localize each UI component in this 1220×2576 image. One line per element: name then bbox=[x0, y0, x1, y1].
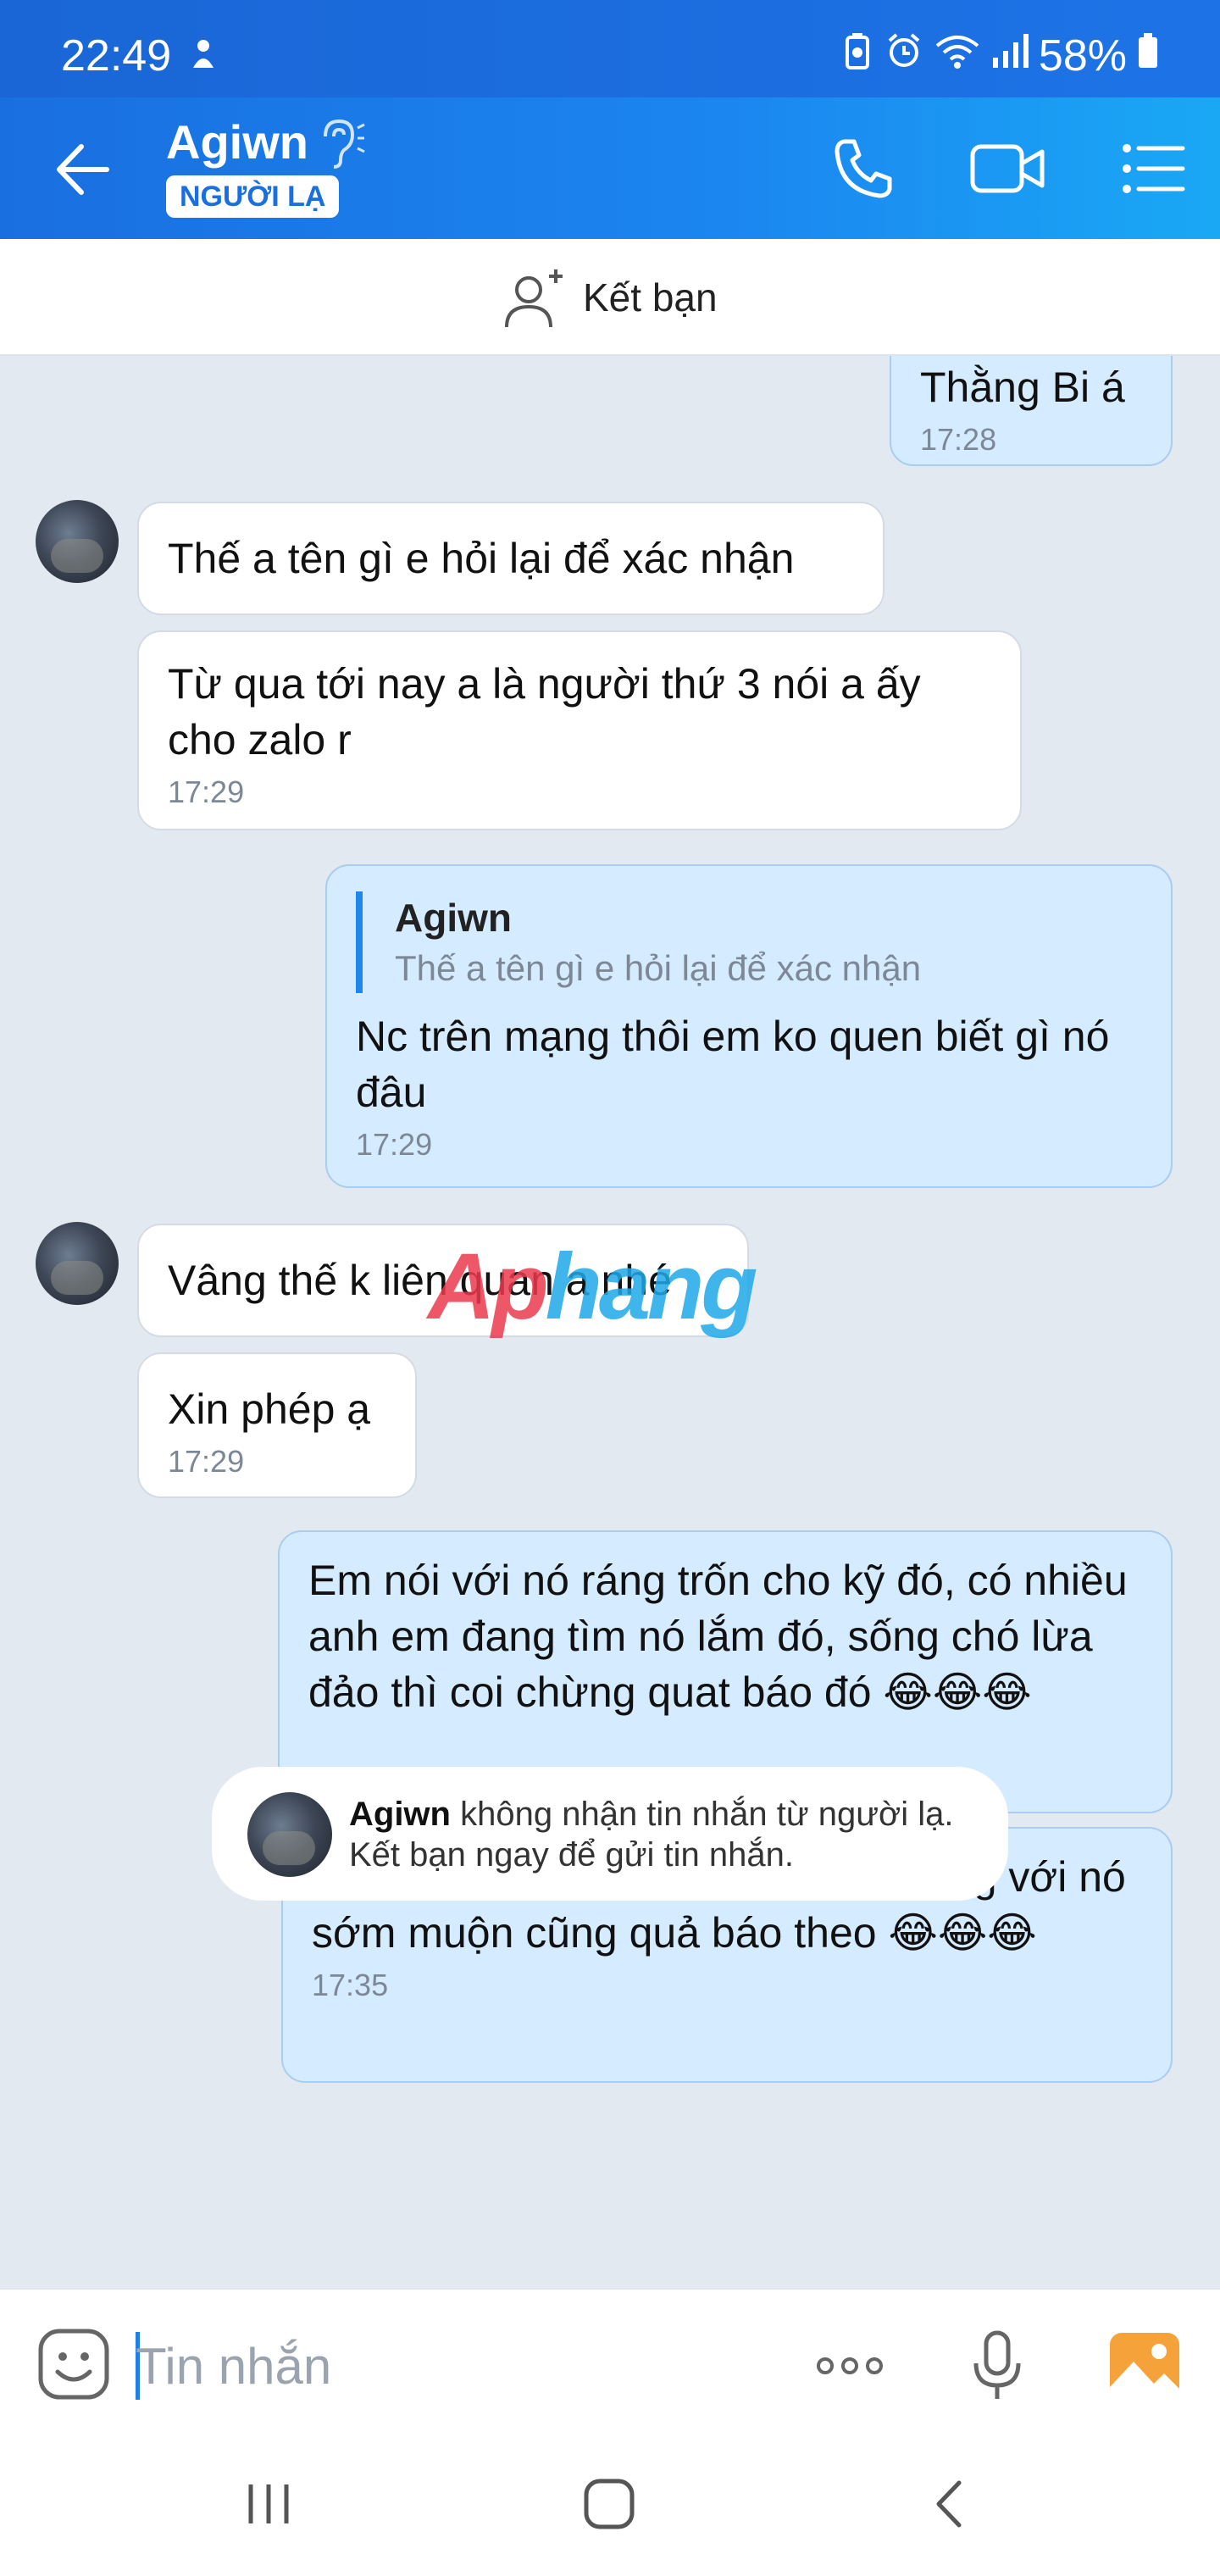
message-time: 17:28 bbox=[920, 422, 997, 457]
add-friend-bar[interactable]: Kết bạn bbox=[0, 239, 1220, 356]
message-outgoing[interactable]: Thằng Bi á 17:28 bbox=[890, 356, 1173, 466]
message-time: 17:29 bbox=[168, 1444, 245, 1479]
message-composer: Tin nhắn bbox=[0, 2288, 1220, 2432]
chat-header: Agiwn NGƯỜI LẠ bbox=[0, 97, 1220, 239]
message-text: Thế a tên gì e hỏi lại để xác nhận bbox=[168, 535, 795, 582]
message-time: 17:35 bbox=[312, 1968, 389, 2002]
quoted-text: Thế a tên gì e hỏi lại để xác nhận bbox=[395, 948, 922, 988]
system-note-name: Agiwn bbox=[349, 1796, 451, 1833]
add-friend-icon bbox=[505, 269, 563, 328]
message-text: Thằng Bi á bbox=[920, 364, 1125, 411]
message-text: Xin phép ạ bbox=[168, 1385, 371, 1433]
menu-list-icon[interactable] bbox=[1117, 133, 1188, 204]
more-dots-icon[interactable] bbox=[812, 2328, 888, 2404]
video-call-icon[interactable] bbox=[968, 133, 1047, 204]
wifi-icon bbox=[935, 36, 979, 69]
alarm-icon bbox=[888, 33, 920, 67]
message-incoming[interactable]: Thế a tên gì e hỏi lại để xác nhận bbox=[137, 502, 884, 615]
message-incoming[interactable]: Từ qua tới nay a là người thứ 3 nói a ấy… bbox=[137, 630, 1022, 830]
quoted-sender: Agiwn bbox=[395, 896, 512, 940]
battery-percent: 58% bbox=[1038, 31, 1127, 80]
recent-apps-icon[interactable] bbox=[239, 2474, 298, 2534]
home-icon[interactable] bbox=[580, 2474, 639, 2534]
avatar bbox=[247, 1792, 332, 1877]
message-time: 17:29 bbox=[168, 774, 245, 809]
phone-icon[interactable] bbox=[829, 133, 900, 204]
battery-saver-icon bbox=[846, 33, 869, 69]
microphone-icon[interactable] bbox=[959, 2328, 1035, 2404]
system-note-line1: không nhận tin nhắn từ người lạ. bbox=[460, 1796, 954, 1833]
stranger-badge: NGƯỜI LẠ bbox=[166, 175, 340, 218]
back-arrow-icon[interactable] bbox=[53, 140, 112, 199]
message-time: 17:29 bbox=[356, 1127, 433, 1162]
battery-icon bbox=[1139, 33, 1157, 68]
signal-icon bbox=[993, 34, 1029, 68]
status-time: 22:49 bbox=[61, 31, 172, 80]
system-note-text: Agiwn không nhận tin nhắn từ người lạ. K… bbox=[349, 1794, 954, 1875]
emoji-icon[interactable] bbox=[37, 2328, 110, 2401]
message-text: Em nói với nó ráng trốn cho kỹ đó, có nh… bbox=[308, 1557, 1128, 1716]
avatar[interactable] bbox=[36, 1222, 119, 1305]
contact-name[interactable]: Agiwn bbox=[166, 114, 308, 169]
quoted-message[interactable]: Agiwn Thế a tên gì e hỏi lại để xác nhận bbox=[356, 891, 1142, 993]
notification-icon bbox=[193, 40, 214, 68]
back-nav-icon[interactable] bbox=[920, 2474, 979, 2534]
status-bar: 22:49 58% bbox=[0, 0, 1220, 97]
avatar[interactable] bbox=[36, 500, 119, 583]
message-outgoing-reply[interactable]: Agiwn Thế a tên gì e hỏi lại để xác nhận… bbox=[325, 864, 1173, 1188]
system-note-line2: Kết bạn ngay để gửi tin nhắn. bbox=[349, 1836, 794, 1874]
image-icon[interactable] bbox=[1106, 2328, 1183, 2404]
system-nav-bar bbox=[0, 2432, 1220, 2576]
message-text: Nc trên mạng thôi em ko quen biết gì nó … bbox=[356, 1013, 1110, 1116]
stranger-system-note: Agiwn không nhận tin nhắn từ người lạ. K… bbox=[212, 1767, 1008, 1901]
message-input[interactable]: Tin nhắn bbox=[136, 2337, 331, 2396]
message-text: Từ qua tới nay a là người thứ 3 nói a ấy… bbox=[168, 660, 921, 763]
message-incoming[interactable]: Xin phép ạ 17:29 bbox=[137, 1352, 417, 1498]
watermark-logo: Aphang bbox=[428, 1235, 757, 1339]
ear-icon[interactable] bbox=[315, 116, 366, 170]
add-friend-label: Kết bạn bbox=[583, 275, 718, 319]
